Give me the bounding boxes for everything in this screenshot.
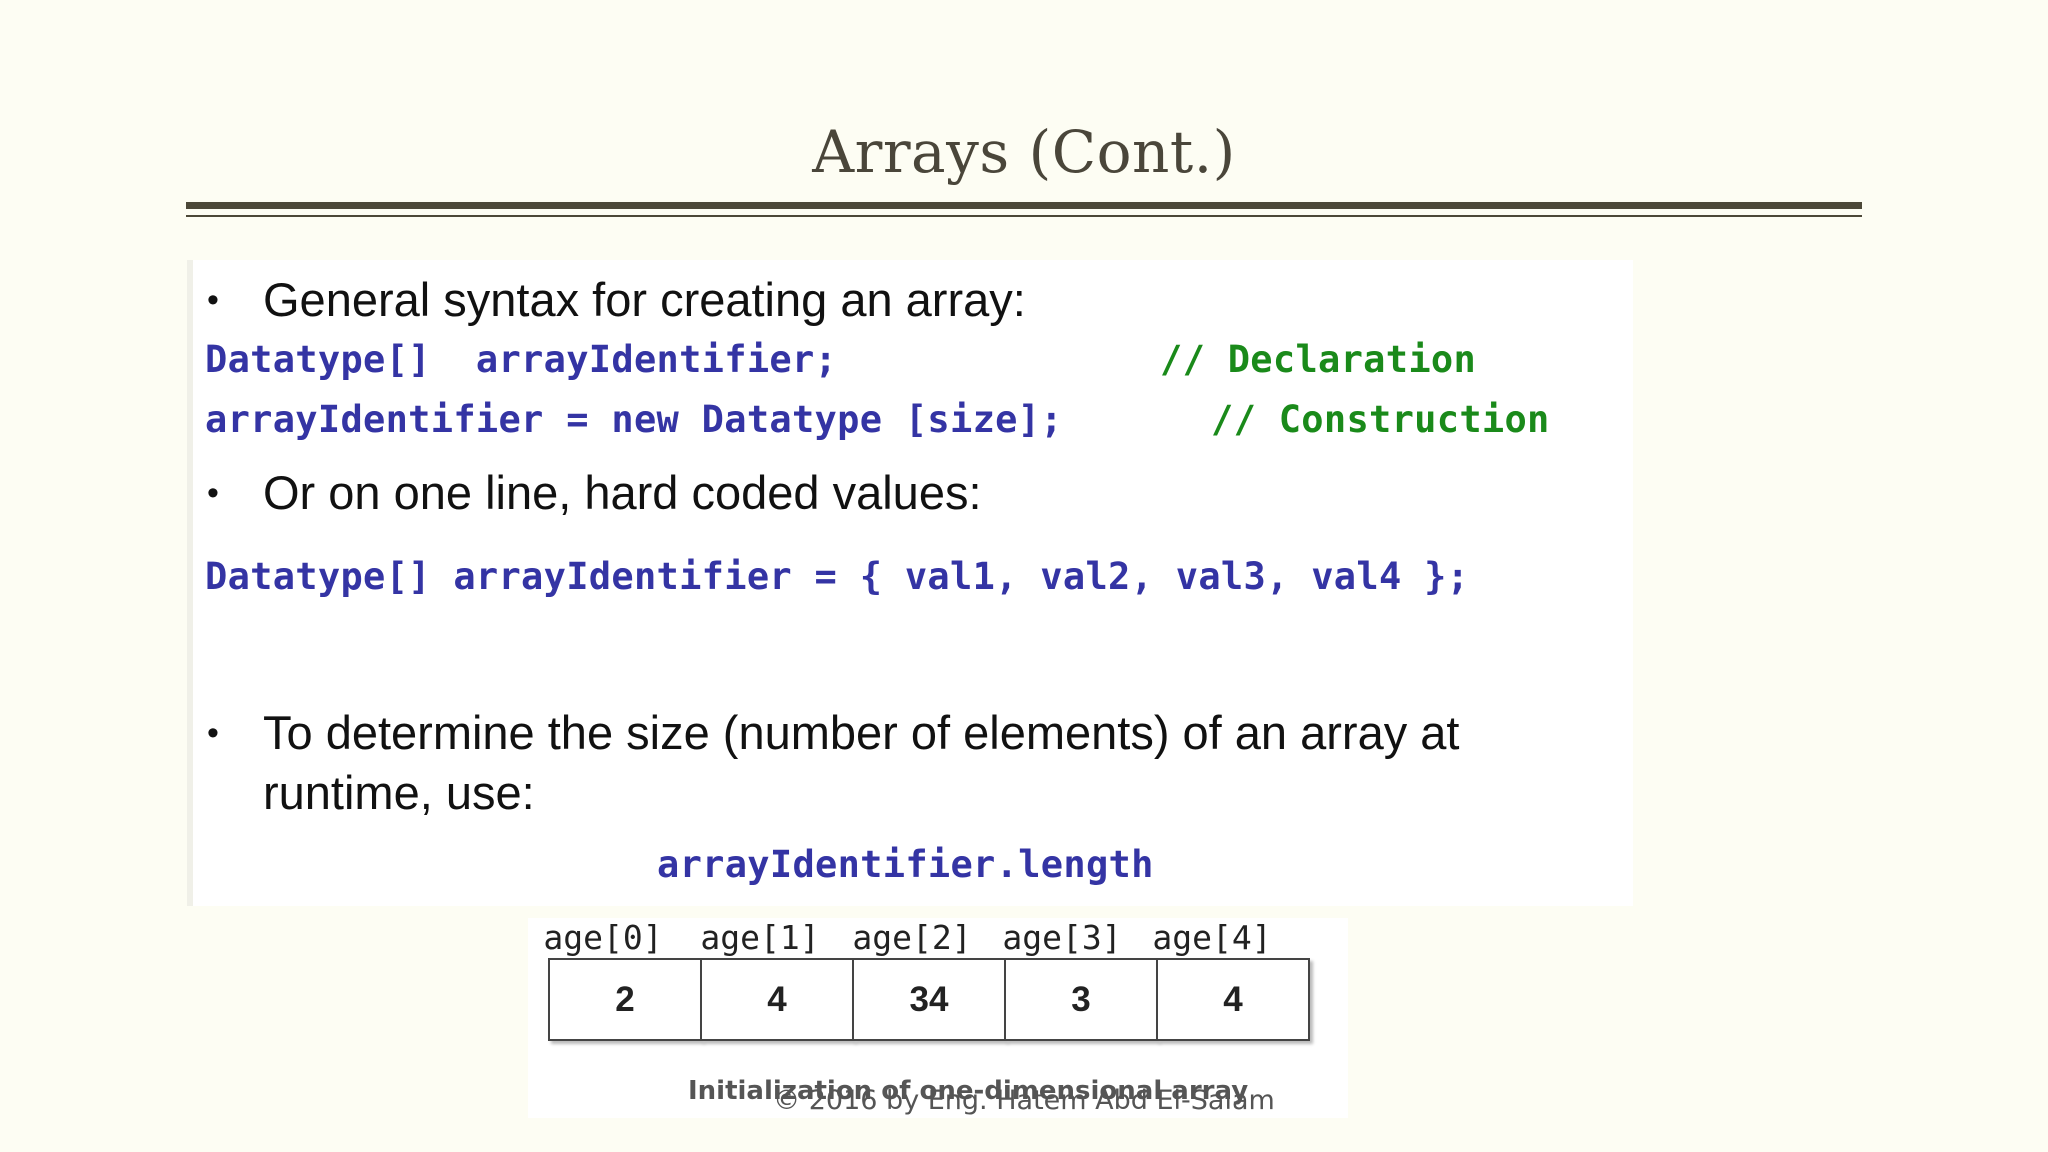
index-label: age[3] (1002, 918, 1122, 957)
slide-title: Arrays (Cont.) (812, 118, 1236, 186)
bullet-text-line2: runtime, use: (263, 766, 535, 819)
bullet-dot: • (207, 281, 219, 319)
code-comment-construction: // Construction (1211, 398, 1550, 441)
array-cell: 3 (1004, 958, 1158, 1041)
slide-footer: © 2016 by Eng. Hatem Abd El-Salam (773, 1085, 1275, 1116)
bullet-text-line1: To determine the size (number of element… (263, 706, 1460, 759)
array-cell: 4 (1156, 958, 1310, 1041)
index-label: age[2] (852, 918, 972, 957)
bullet-text: Or on one line, hard coded values: (263, 466, 982, 519)
index-label: age[1] (700, 918, 820, 957)
title-divider-thick (186, 202, 1862, 209)
code-declaration: Datatype[] arrayIdentifier; (205, 338, 838, 381)
code-construction: arrayIdentifier = new Datatype [size]; (205, 398, 1063, 441)
array-cell: 2 (548, 958, 702, 1041)
array-cell: 34 (852, 958, 1006, 1041)
array-cell: 4 (700, 958, 854, 1041)
bullet-dot: • (207, 474, 219, 512)
code-length: arrayIdentifier.length (657, 843, 1154, 886)
index-label: age[0] (543, 918, 663, 957)
index-label: age[4] (1152, 918, 1272, 957)
bullet-text: General syntax for creating an array: (263, 273, 1026, 326)
title-divider-thin (186, 215, 1862, 217)
bullet-dot: • (207, 714, 219, 752)
code-comment-declaration: // Declaration (1160, 338, 1477, 381)
code-one-line: Datatype[] arrayIdentifier = { val1, val… (205, 555, 1470, 598)
content-panel: • General syntax for creating an array: … (187, 260, 1633, 906)
